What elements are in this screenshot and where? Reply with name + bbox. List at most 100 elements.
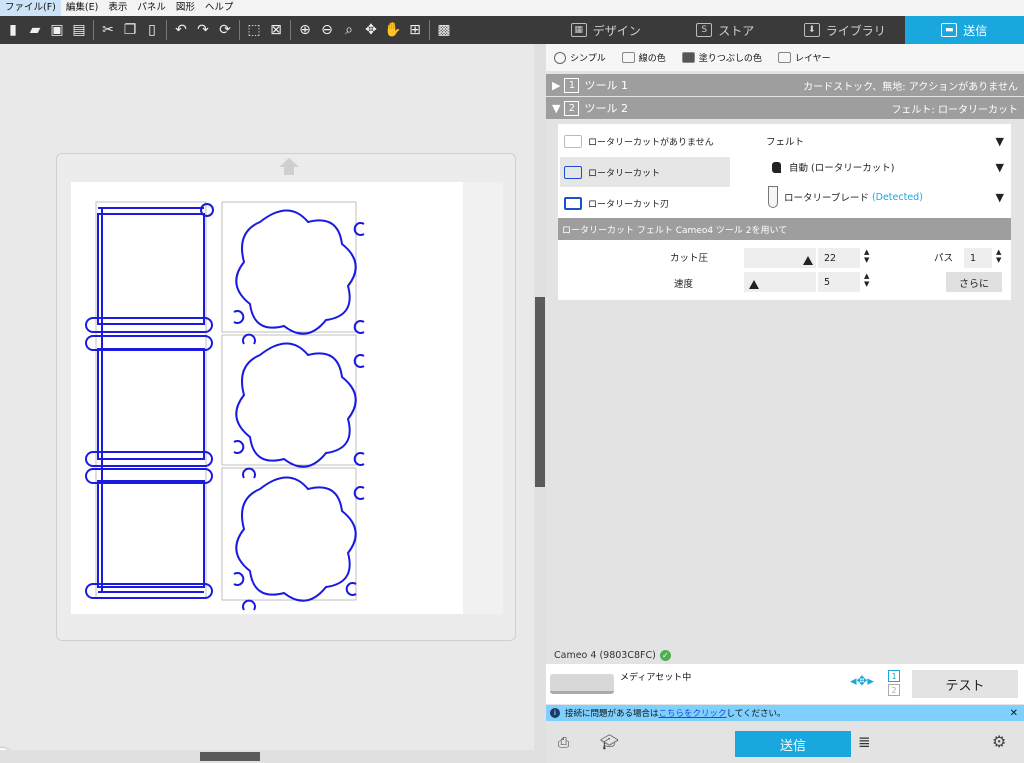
tab-store[interactable]: S ストア: [666, 16, 786, 44]
send-panel: シンプル 線の色 塗りつぶしの色 レイヤー ▶ 1 ツール 1 カードストック、…: [546, 44, 1024, 763]
move-icon[interactable]: ✥: [360, 19, 382, 41]
speed-input[interactable]: 5: [818, 272, 860, 292]
speed-slider-knob[interactable]: [748, 280, 759, 289]
blade-select[interactable]: ロータリーブレード (Detected) ▼: [766, 183, 1008, 211]
paper-feed-icon[interactable]: ⎙: [558, 735, 569, 751]
force-slider[interactable]: [744, 248, 816, 268]
option-rotary-cut-label: ロータリーカット: [588, 168, 661, 179]
blade-detected-tag: (Detected): [871, 191, 923, 203]
cut-paths: [85, 203, 365, 611]
tool-number-1: 1: [888, 670, 900, 682]
tutorial-cap-icon[interactable]: 🎓︎: [600, 733, 619, 751]
cut-icon[interactable]: ✂: [97, 19, 119, 41]
send-button[interactable]: 送信: [735, 731, 851, 757]
connector-pill-2: [85, 335, 213, 351]
pattern-icon[interactable]: ▩: [433, 19, 455, 41]
tool-number-2: 2: [888, 684, 900, 696]
new-file-icon[interactable]: ▮: [2, 19, 24, 41]
design-canvas[interactable]: [0, 44, 534, 763]
tab-design-label: デザイン: [592, 23, 641, 38]
save-icon[interactable]: ▣: [46, 19, 68, 41]
test-button-label: テスト: [945, 678, 985, 694]
menu-view[interactable]: 表示: [103, 0, 132, 16]
gear-icon[interactable]: ⚙: [992, 732, 1006, 751]
send-button-label: 送信: [779, 738, 806, 754]
menu-panel[interactable]: パネル: [132, 0, 171, 16]
action-select[interactable]: 自動 (ロータリーカット) ▼: [766, 153, 1008, 181]
passes-value: 1: [970, 252, 977, 264]
send-mode-tabs: シンプル 線の色 塗りつぶしの色 レイヤー: [546, 44, 1024, 71]
grid-icon: ▦: [570, 23, 587, 37]
passes-input[interactable]: 1: [964, 248, 992, 268]
select-all-icon[interactable]: ⬚: [243, 19, 265, 41]
tab-layer[interactable]: レイヤー: [770, 51, 839, 64]
menu-bar: ファイル(F) 編集(E) 表示 パネル 図形 ヘルプ: [0, 0, 1024, 16]
square-frame-3: [97, 480, 205, 588]
connected-check-icon: ✓: [659, 650, 671, 661]
open-folder-icon[interactable]: ▰: [24, 19, 46, 41]
paste-icon[interactable]: ▯: [141, 19, 163, 41]
menu-help[interactable]: ヘルプ: [200, 0, 239, 16]
material-select[interactable]: フェルト ▼: [766, 127, 1008, 155]
force-slider-knob[interactable]: [802, 256, 813, 265]
blade-tip-icon: [772, 161, 781, 173]
menu-edit[interactable]: 編集(E): [61, 0, 103, 16]
tab-library[interactable]: ⬇ ライブラリ: [785, 16, 905, 44]
radio-icon: [554, 51, 566, 64]
more-settings-button[interactable]: さらに: [946, 272, 1002, 292]
move-carriage-arrows-icon[interactable]: ◂✥▸: [850, 674, 874, 689]
menu-shapes[interactable]: 図形: [171, 0, 200, 16]
tool-1-row[interactable]: ▶ 1 ツール 1 カードストック、無地: アクションがありません: [546, 74, 1024, 96]
cut-design[interactable]: [0, 44, 534, 750]
tab-send-label: 送信: [963, 23, 988, 38]
redo-icon[interactable]: ↷: [192, 19, 214, 41]
undo-icon[interactable]: ↶: [170, 19, 192, 41]
test-button[interactable]: テスト: [912, 670, 1018, 698]
option-no-rotary-cut[interactable]: ロータリーカットがありません: [560, 126, 730, 156]
print-icon[interactable]: ▤: [68, 19, 90, 41]
menu-file[interactable]: ファイル(F): [0, 0, 61, 16]
flower-shape-2: [235, 342, 357, 468]
tab-design[interactable]: ▦ デザイン: [546, 16, 666, 44]
redraw-icon[interactable]: ⟳: [214, 19, 236, 41]
zoom-out-icon[interactable]: ⊖: [316, 19, 338, 41]
tab-fill-color[interactable]: 塗りつぶしの色: [674, 51, 770, 64]
queue-list-icon[interactable]: ≣: [858, 733, 871, 751]
vertical-scroll-thumb[interactable]: [535, 297, 545, 487]
horizontal-scroll-thumb[interactable]: [200, 752, 260, 761]
passes-spinner-icon[interactable]: ▲ ▼: [996, 248, 1001, 264]
main-toolbar: ▮ ▰ ▣ ▤ ✂ ❐ ▯ ↶ ↷ ⟳ ⬚ ⊠ ⊕ ⊖ ⌕ ✥ ✋ ⊞ ▩: [0, 16, 546, 44]
rotary-blade-icon: [564, 196, 582, 210]
copy-icon[interactable]: ❐: [119, 19, 141, 41]
flower-shape-1: [235, 209, 357, 335]
tab-line-color[interactable]: 線の色: [614, 51, 674, 64]
tab-send[interactable]: ▬ 送信: [904, 16, 1024, 44]
vertical-scrollbar[interactable]: [534, 44, 546, 750]
zoom-in-icon[interactable]: ⊕: [294, 19, 316, 41]
tool-2-row[interactable]: ▼ 2 ツール 2 フェルト: ロータリーカット: [546, 97, 1024, 119]
force-input[interactable]: 22: [818, 248, 860, 268]
option-rotary-cut-blade[interactable]: ロータリーカット刃: [560, 188, 730, 218]
pan-hand-icon[interactable]: ✋: [382, 19, 404, 41]
close-icon[interactable]: ✕: [1010, 708, 1018, 719]
fit-page-icon[interactable]: ⊞: [404, 19, 426, 41]
passes-label: パス: [934, 253, 954, 264]
horizontal-scrollbar[interactable]: [0, 750, 546, 763]
zoom-fit-icon[interactable]: ⌕: [338, 19, 360, 41]
notice-link[interactable]: こちらをクリック: [659, 709, 727, 719]
boundary-left: [95, 201, 207, 599]
tab-simple[interactable]: シンプル: [546, 51, 614, 64]
dropdown-arrow-icon: ▼: [995, 134, 1004, 148]
option-rotary-cut[interactable]: ロータリーカット: [560, 157, 730, 187]
speed-slider[interactable]: [744, 272, 816, 292]
rotary-cut-icon: [564, 165, 582, 179]
square-frame-2: [97, 348, 205, 460]
notice-suffix: してください。: [726, 709, 786, 719]
small-arc: [233, 440, 245, 454]
deselect-icon[interactable]: ⊠: [265, 19, 287, 41]
dropdown-arrow-icon: ▼: [995, 160, 1004, 174]
toolbar-divider: [93, 20, 94, 40]
speed-spinner-icon[interactable]: ▲ ▼: [864, 272, 869, 288]
force-spinner-icon[interactable]: ▲ ▼: [864, 248, 869, 264]
rotary-blade-holder-icon: [768, 186, 778, 208]
